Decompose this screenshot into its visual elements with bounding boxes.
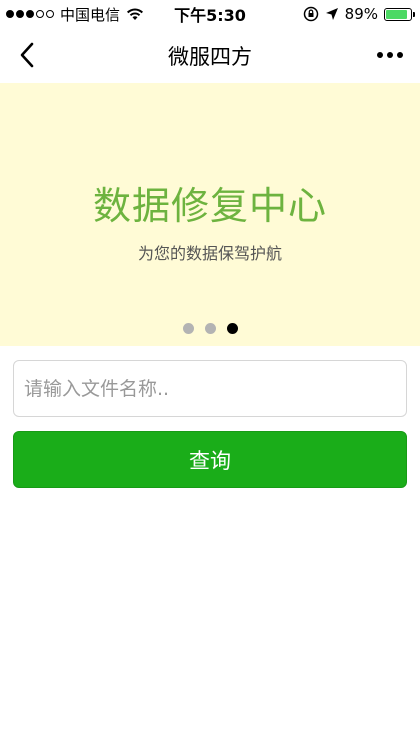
carousel-pager bbox=[0, 323, 420, 334]
battery-fill bbox=[386, 9, 408, 19]
banner-carousel[interactable]: 数据修复中心 为您的数据保驾护航 bbox=[0, 83, 420, 346]
status-bar: 中国电信 下午5:30 89% bbox=[0, 0, 420, 28]
battery-icon bbox=[384, 7, 415, 21]
banner-title: 数据修复中心 bbox=[92, 184, 327, 228]
more-button[interactable] bbox=[370, 38, 410, 72]
status-right: 89% bbox=[303, 0, 415, 28]
banner-subtitle: 为您的数据保驾护航 bbox=[137, 244, 282, 263]
page-title: 微服四方 bbox=[168, 44, 252, 69]
more-dots-icon bbox=[377, 52, 383, 58]
file-name-input[interactable] bbox=[13, 360, 407, 417]
rotation-lock-icon bbox=[303, 6, 318, 22]
location-arrow-icon bbox=[325, 8, 338, 20]
battery-percent: 89% bbox=[344, 5, 378, 23]
nav-bar: 微服四方 bbox=[0, 28, 420, 83]
pager-dot[interactable] bbox=[226, 323, 238, 334]
pager-dot[interactable] bbox=[182, 323, 194, 334]
pager-dot[interactable] bbox=[204, 323, 216, 334]
query-button[interactable]: 查询 bbox=[13, 431, 407, 488]
